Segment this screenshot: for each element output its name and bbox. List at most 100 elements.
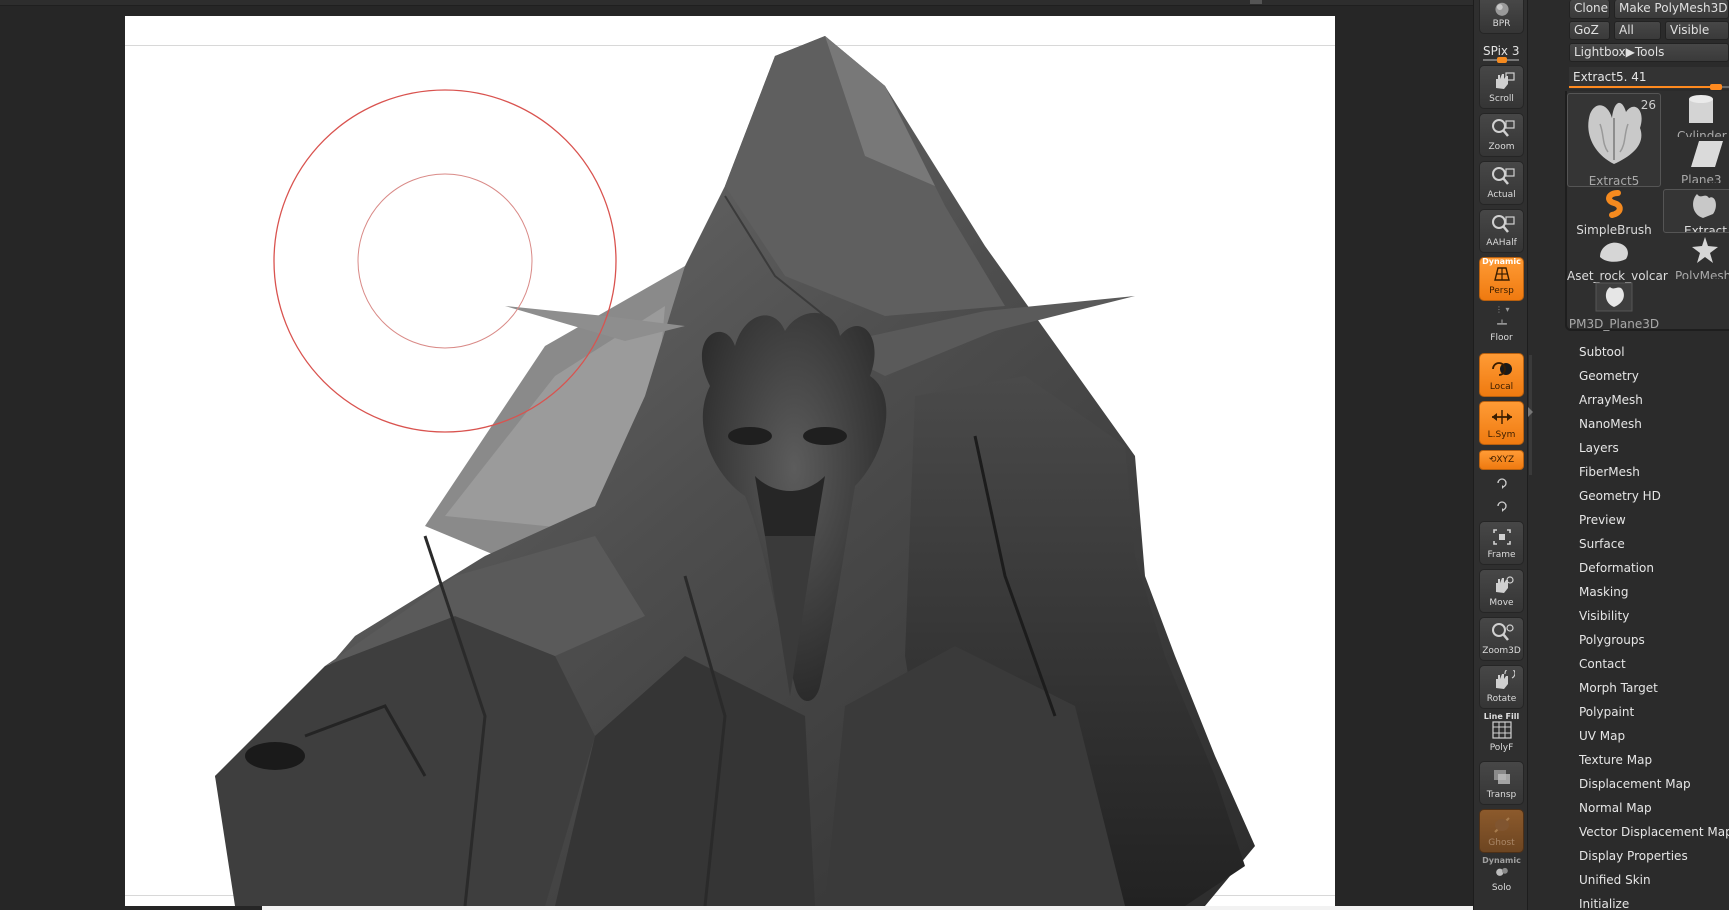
clone-button[interactable]: Clone (1569, 0, 1610, 19)
menu-item-visibility[interactable]: Visibility (1579, 604, 1729, 628)
menu-item-uv-map[interactable]: UV Map (1579, 724, 1729, 748)
top-strip (0, 0, 1473, 6)
lightbox-tools-button[interactable]: Lightbox▶Tools (1569, 43, 1729, 62)
tool-thumb-polymesh[interactable]: PolyMesh (1663, 235, 1729, 279)
plane-preview-icon (1691, 141, 1723, 167)
menu-item-subtool[interactable]: Subtool (1579, 340, 1729, 364)
tool-thumb-extract[interactable]: Extract (1663, 189, 1729, 233)
hand-icon (1495, 72, 1515, 89)
polyf-button[interactable]: Line Fill PolyF (1479, 712, 1524, 757)
floor-button[interactable]: Floor (1479, 313, 1524, 347)
ghost-label: Ghost (1488, 838, 1515, 848)
floor-icon (1496, 319, 1507, 325)
rotate-y-icon[interactable] (1495, 476, 1509, 490)
zoom-button[interactable]: Zoom (1479, 113, 1524, 157)
document-canvas[interactable] (125, 16, 1335, 906)
polyf-label: PolyF (1489, 743, 1514, 753)
thumb-name: Extract5 (1588, 174, 1640, 188)
menu-item-display-properties[interactable]: Display Properties (1579, 844, 1729, 868)
frame-button[interactable]: Frame (1479, 521, 1524, 565)
zoom3d-button[interactable]: Zoom3D (1479, 617, 1524, 661)
menu-item-contact[interactable]: Contact (1579, 652, 1729, 676)
magnifier-icon (1491, 167, 1515, 185)
goz-button[interactable]: GoZ (1569, 21, 1610, 40)
menu-item-polygroups[interactable]: Polygroups (1579, 628, 1729, 652)
persp-label: Persp (1489, 286, 1514, 296)
menu-item-polypaint[interactable]: Polypaint (1579, 700, 1729, 724)
current-tool-slider[interactable]: Extract5. 41 (1569, 67, 1729, 90)
cylinder-preview-icon (1689, 95, 1713, 123)
local-button[interactable]: Local (1479, 353, 1524, 397)
magnifier-icon (1491, 215, 1515, 233)
rock-preview-icon (1600, 242, 1628, 262)
brush-cursor (273, 89, 617, 433)
sphere-icon (1494, 2, 1509, 16)
magnifier-icon (1491, 623, 1514, 641)
thumb-count: 26 (1640, 98, 1656, 112)
move-button[interactable]: Move (1479, 569, 1524, 613)
tool-thumb-simplebrush[interactable]: SimpleBrush (1567, 189, 1661, 237)
actual-label: Actual (1487, 190, 1516, 200)
menu-item-morph-target[interactable]: Morph Target (1579, 676, 1729, 700)
zoom3d-label: Zoom3D (1482, 646, 1521, 656)
persp-button[interactable]: Dynamic Persp (1479, 257, 1524, 301)
menu-item-deformation[interactable]: Deformation (1579, 556, 1729, 580)
collapse-handle[interactable] (1528, 355, 1534, 475)
menu-item-layers[interactable]: Layers (1579, 436, 1729, 460)
spix-slider[interactable] (1483, 57, 1519, 63)
menu-item-geometry-hd[interactable]: Geometry HD (1579, 484, 1729, 508)
slider-knob[interactable] (1710, 84, 1723, 90)
spix-knob[interactable] (1497, 57, 1507, 63)
visible-button[interactable]: Visible (1665, 21, 1729, 40)
menu-item-unified-skin[interactable]: Unified Skin (1579, 868, 1729, 892)
solo-button[interactable]: Dynamic Solo (1479, 856, 1524, 897)
xyz-button[interactable]: ⟲XYZ (1479, 450, 1524, 470)
viewport[interactable] (0, 0, 1473, 910)
solo-dynamic-label: Dynamic (1482, 856, 1521, 865)
thumb-name: PolyMesh (1675, 269, 1729, 279)
menu-item-texture-map[interactable]: Texture Map (1579, 748, 1729, 772)
transp-button[interactable]: Transp (1479, 761, 1524, 805)
tool-thumb-aset-rock[interactable]: Aset_rock_volcar (1567, 235, 1668, 283)
persp-dynamic-label: Dynamic (1482, 257, 1521, 266)
thumb-name: Plane3 (1681, 173, 1722, 183)
menu-item-nanomesh[interactable]: NanoMesh (1579, 412, 1729, 436)
current-tool-label: Extract5. 41 (1573, 70, 1647, 84)
tool-thumb-extract5[interactable]: 26 Extract5 (1567, 93, 1661, 188)
rotate-button[interactable]: Rotate (1479, 665, 1524, 709)
menu-item-vector-displacement-map[interactable]: Vector Displacement Map (1579, 820, 1729, 844)
right-shelf: BPR SPix 3 Scroll Zoom Actual AAHalf Dyn… (1473, 0, 1528, 910)
actual-button[interactable]: Actual (1479, 161, 1524, 205)
ghost-button[interactable]: Ghost (1479, 809, 1524, 853)
tool-thumb-plane3[interactable]: Plane3 (1663, 139, 1729, 183)
spix-label[interactable]: SPix 3 (1483, 44, 1519, 58)
menu-item-displacement-map[interactable]: Displacement Map (1579, 772, 1729, 796)
magnifier-icon (1491, 119, 1515, 137)
scroll-button[interactable]: Scroll (1479, 65, 1524, 109)
floor-label: Floor (1490, 333, 1513, 343)
tool-thumb-cylinder[interactable]: Cylinder (1663, 93, 1729, 137)
menu-item-masking[interactable]: Masking (1579, 580, 1729, 604)
bpr-label: BPR (1492, 19, 1511, 29)
bpr-button[interactable]: BPR (1479, 0, 1524, 34)
pm3d-plane-preview-icon (1595, 282, 1633, 312)
star-preview-icon (1692, 237, 1718, 263)
menu-item-initialize[interactable]: Initialize (1579, 892, 1729, 910)
aahalf-button[interactable]: AAHalf (1479, 209, 1524, 253)
thumb-name: Cylinder (1677, 129, 1727, 137)
menu-item-surface[interactable]: Surface (1579, 532, 1729, 556)
solo-icon (1495, 867, 1508, 876)
menu-item-geometry[interactable]: Geometry (1579, 364, 1729, 388)
menu-item-normal-map[interactable]: Normal Map (1579, 796, 1729, 820)
rotate-z-icon[interactable] (1495, 499, 1509, 513)
scroll-nub[interactable] (1250, 0, 1262, 4)
menu-item-arraymesh[interactable]: ArrayMesh (1579, 388, 1729, 412)
lsym-button[interactable]: L.Sym (1479, 401, 1524, 445)
tool-thumb-pm3d-plane3d[interactable]: PM3D_Plane3D (1567, 281, 1661, 331)
make-polymesh3d-button[interactable]: Make PolyMesh3D (1614, 0, 1729, 19)
ghost-icon (1493, 817, 1510, 833)
menu-item-preview[interactable]: Preview (1579, 508, 1729, 532)
all-button[interactable]: All (1614, 21, 1661, 40)
transparency-icon (1493, 770, 1510, 784)
menu-item-fibermesh[interactable]: FiberMesh (1579, 460, 1729, 484)
